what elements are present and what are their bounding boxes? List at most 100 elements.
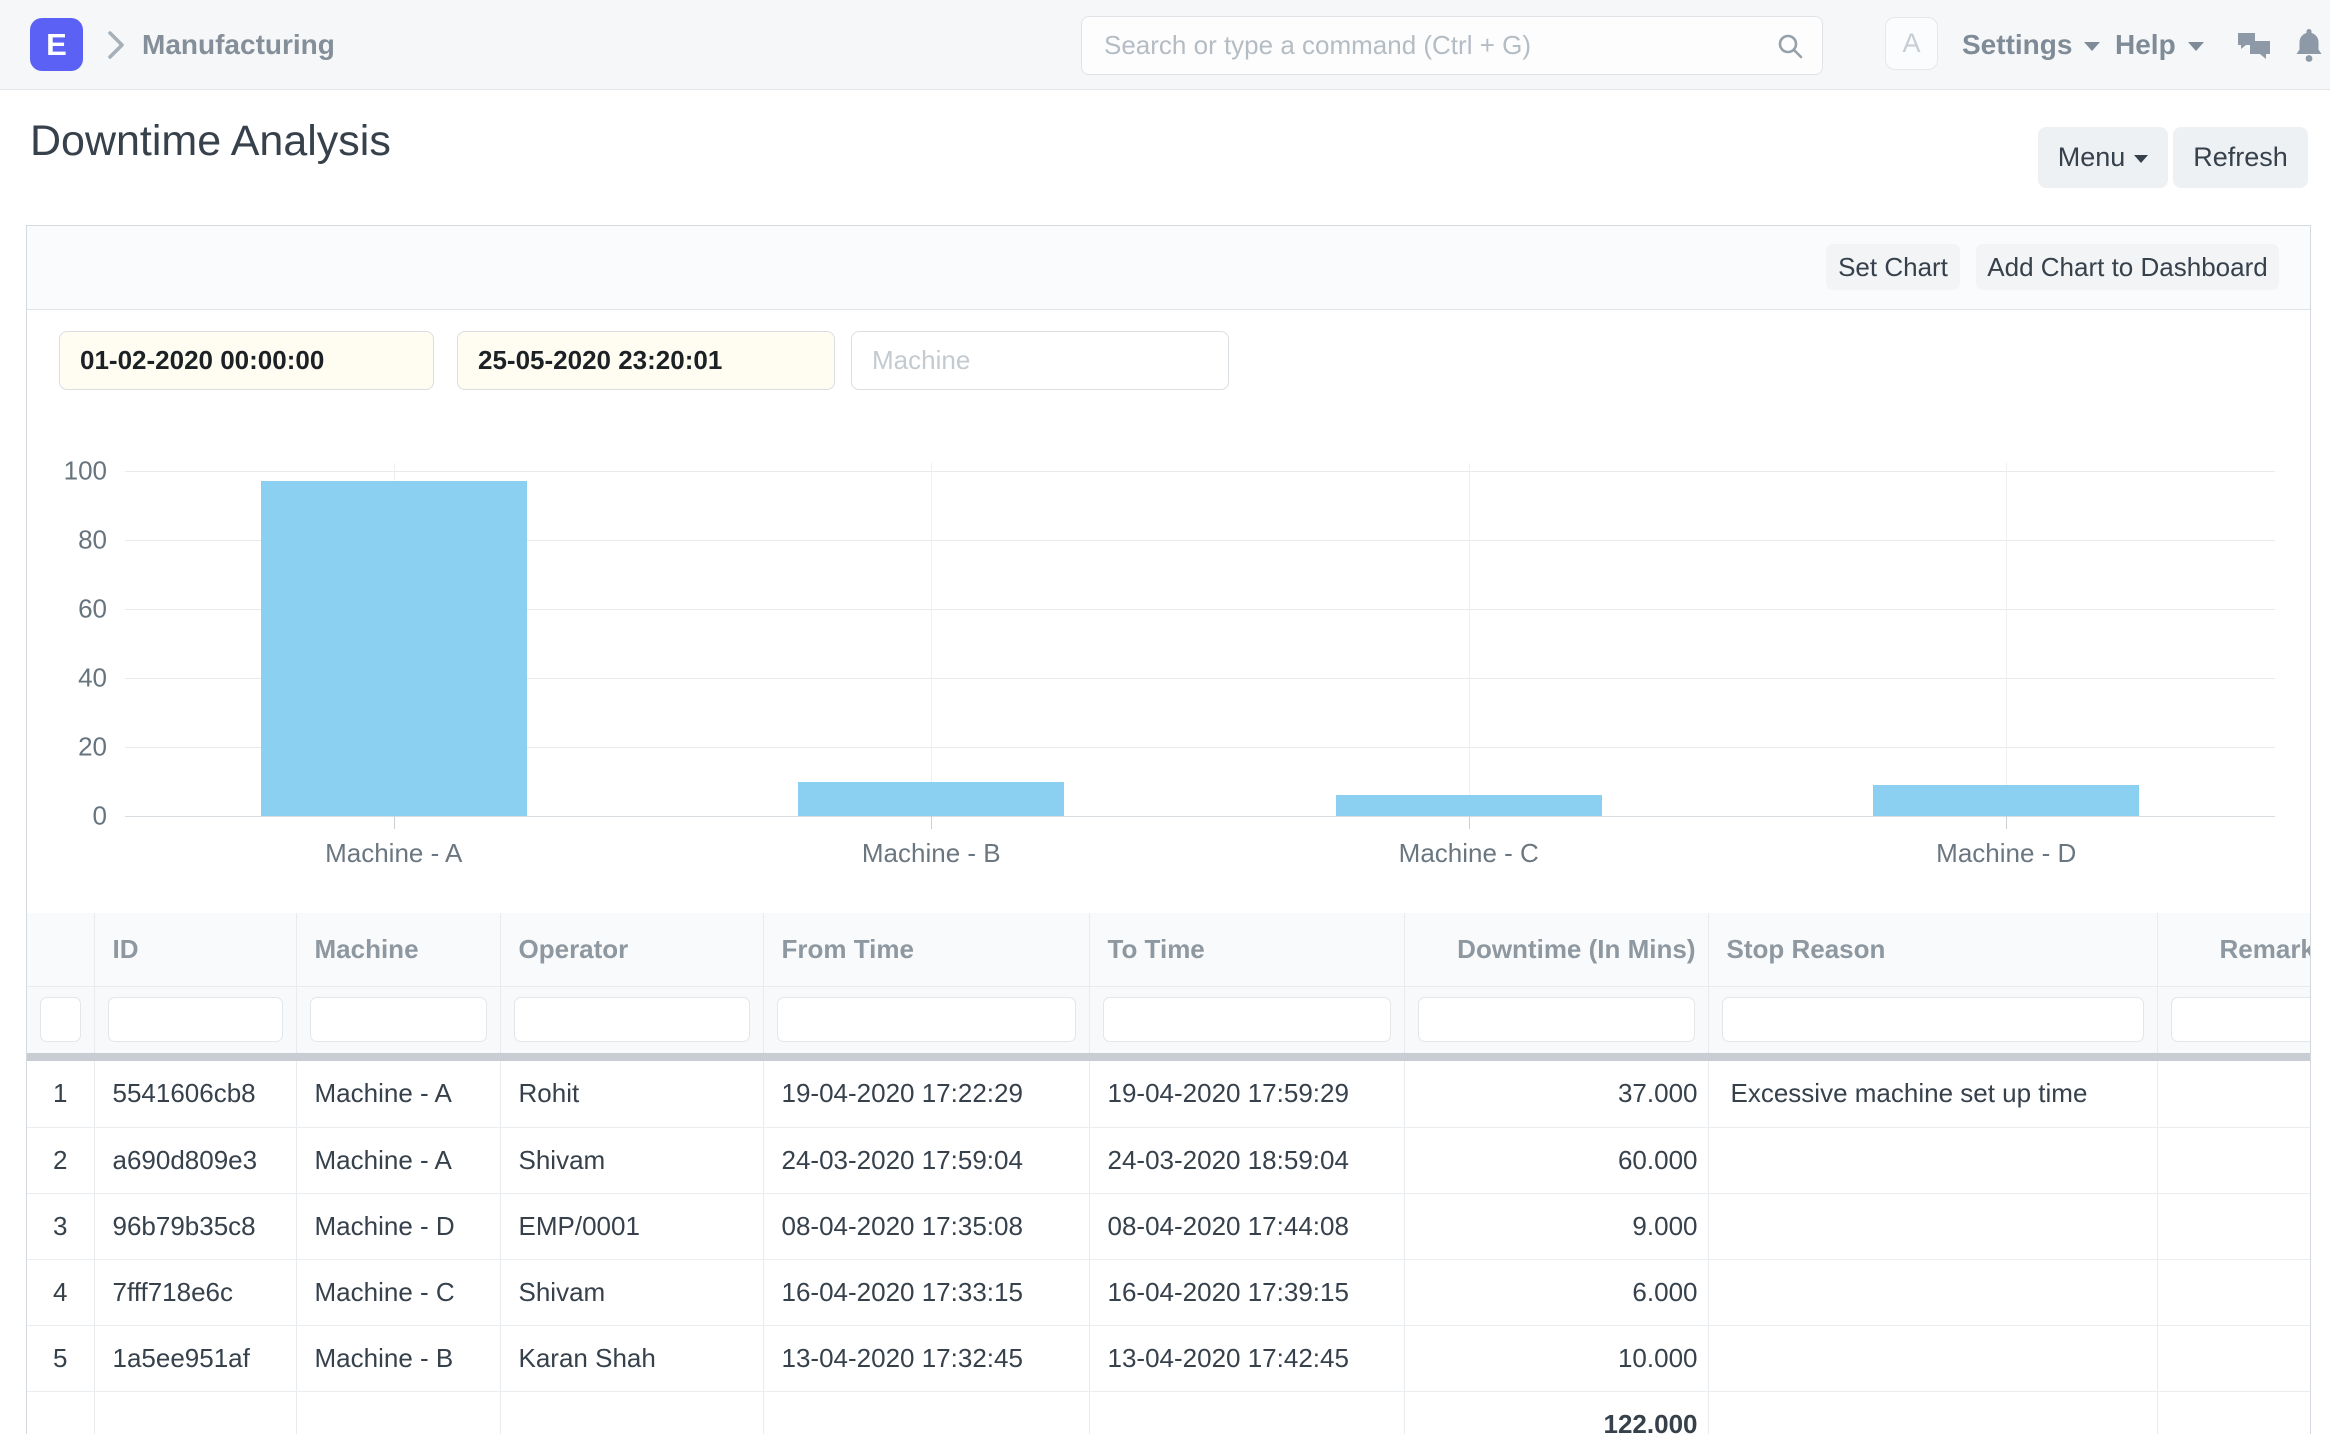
column-header-from_time[interactable]: From Time xyxy=(763,913,1089,986)
cell-stop_reason[interactable] xyxy=(1708,1127,2157,1193)
y-axis-tick-label: 0 xyxy=(27,801,107,832)
total-downtime: 122.000 xyxy=(1404,1391,1708,1434)
chat-icon[interactable] xyxy=(2234,25,2274,65)
cell-downtime[interactable]: 60.000 xyxy=(1404,1127,1708,1193)
page-head: Downtime Analysis Menu Refresh xyxy=(0,90,2330,225)
y-axis-tick-label: 80 xyxy=(27,525,107,556)
column-header-stop_reason[interactable]: Stop Reason xyxy=(1708,913,2157,986)
cell-operator[interactable]: Rohit xyxy=(500,1061,763,1127)
cell-stop_reason[interactable]: Excessive machine set up time xyxy=(1708,1061,2157,1127)
breadcrumb-chevron-icon xyxy=(104,28,128,62)
y-gridline xyxy=(125,471,2275,472)
cell-from_time[interactable]: 19-04-2020 17:22:29 xyxy=(763,1061,1089,1127)
cell-downtime[interactable]: 9.000 xyxy=(1404,1193,1708,1259)
column-header-to_time[interactable]: To Time xyxy=(1089,913,1404,986)
column-filter-input-idx[interactable] xyxy=(40,997,81,1042)
cell-to_time[interactable]: 13-04-2020 17:42:45 xyxy=(1089,1325,1404,1391)
x-axis-label: Machine - C xyxy=(1319,838,1619,869)
cell-remarks[interactable] xyxy=(2157,1193,2311,1259)
settings-label: Settings xyxy=(1962,29,2072,60)
cell-remarks[interactable] xyxy=(2157,1259,2311,1325)
cell-id[interactable]: a690d809e3 xyxy=(94,1127,296,1193)
global-search xyxy=(1081,16,1823,75)
cell-id[interactable]: 7fff718e6c xyxy=(94,1259,296,1325)
cell-idx[interactable]: 3 xyxy=(27,1193,94,1259)
cell-remarks[interactable] xyxy=(2157,1325,2311,1391)
cell-stop_reason[interactable] xyxy=(1708,1325,2157,1391)
search-input[interactable] xyxy=(1104,17,1754,74)
cell-remarks[interactable] xyxy=(2157,1061,2311,1127)
cell-operator[interactable]: Shivam xyxy=(500,1127,763,1193)
search-icon xyxy=(1776,32,1804,60)
cell-downtime[interactable]: 37.000 xyxy=(1404,1061,1708,1127)
cell-to_time[interactable]: 08-04-2020 17:44:08 xyxy=(1089,1193,1404,1259)
cell-machine[interactable]: Machine - C xyxy=(296,1259,500,1325)
cell-machine[interactable]: Machine - D xyxy=(296,1193,500,1259)
cell-to_time[interactable]: 16-04-2020 17:39:15 xyxy=(1089,1259,1404,1325)
cell-machine[interactable]: Machine - B xyxy=(296,1325,500,1391)
x-axis-label: Machine - B xyxy=(781,838,1081,869)
cell-remarks[interactable] xyxy=(2157,1127,2311,1193)
total-cell-to_time xyxy=(1089,1391,1404,1434)
column-filter-input-id[interactable] xyxy=(108,997,283,1042)
cell-operator[interactable]: Shivam xyxy=(500,1259,763,1325)
app-logo[interactable]: E xyxy=(30,18,83,71)
column-header-machine[interactable]: Machine xyxy=(296,913,500,986)
column-filter-input-machine[interactable] xyxy=(310,997,487,1042)
column-filter-input-operator[interactable] xyxy=(514,997,750,1042)
avatar[interactable]: A xyxy=(1885,17,1938,70)
bar-Machine-A[interactable] xyxy=(261,481,527,816)
cell-idx[interactable]: 5 xyxy=(27,1325,94,1391)
cell-operator[interactable]: EMP/0001 xyxy=(500,1193,763,1259)
help-menu[interactable]: Help xyxy=(2115,29,2204,61)
bar-Machine-B[interactable] xyxy=(798,782,1064,817)
total-cell-machine xyxy=(296,1391,500,1434)
column-filter-input-to_time[interactable] xyxy=(1103,997,1391,1042)
x-axis-label: Machine - A xyxy=(244,838,544,869)
cell-from_time[interactable]: 16-04-2020 17:33:15 xyxy=(763,1259,1089,1325)
cell-downtime[interactable]: 6.000 xyxy=(1404,1259,1708,1325)
settings-menu[interactable]: Settings xyxy=(1962,29,2100,61)
column-filter-input-remarks[interactable] xyxy=(2171,997,2312,1042)
menu-button[interactable]: Menu xyxy=(2038,127,2168,188)
column-header-operator[interactable]: Operator xyxy=(500,913,763,986)
chevron-down-icon xyxy=(2188,42,2204,51)
report-datatable: IDMachineOperatorFrom TimeTo TimeDowntim… xyxy=(27,913,2311,1434)
cell-idx[interactable]: 4 xyxy=(27,1259,94,1325)
column-filter-input-from_time[interactable] xyxy=(777,997,1076,1042)
cell-from_time[interactable]: 13-04-2020 17:32:45 xyxy=(763,1325,1089,1391)
column-header-remarks[interactable]: Remarks xyxy=(2157,913,2311,986)
cell-idx[interactable]: 1 xyxy=(27,1061,94,1127)
bar-Machine-C[interactable] xyxy=(1336,795,1602,816)
column-header-downtime[interactable]: Downtime (In Mins) xyxy=(1404,913,1708,986)
cell-id[interactable]: 96b79b35c8 xyxy=(94,1193,296,1259)
report-container: Set Chart Add Chart to Dashboard 0204060… xyxy=(26,225,2311,1434)
cell-id[interactable]: 5541606cb8 xyxy=(94,1061,296,1127)
cell-stop_reason[interactable] xyxy=(1708,1259,2157,1325)
table-row: 396b79b35c8Machine - DEMP/000108-04-2020… xyxy=(27,1193,2311,1259)
cell-id[interactable]: 1a5ee951af xyxy=(94,1325,296,1391)
total-row: 122.000 xyxy=(27,1391,2311,1434)
cell-from_time[interactable]: 08-04-2020 17:35:08 xyxy=(763,1193,1089,1259)
refresh-button[interactable]: Refresh xyxy=(2173,127,2308,188)
cell-machine[interactable]: Machine - A xyxy=(296,1061,500,1127)
total-cell-remarks xyxy=(2157,1391,2311,1434)
notifications-bell-icon[interactable] xyxy=(2290,25,2330,65)
cell-to_time[interactable]: 24-03-2020 18:59:04 xyxy=(1089,1127,1404,1193)
column-filter-input-stop_reason[interactable] xyxy=(1722,997,2144,1042)
cell-operator[interactable]: Karan Shah xyxy=(500,1325,763,1391)
x-axis-tick xyxy=(394,816,395,829)
total-cell-id xyxy=(94,1391,296,1434)
cell-from_time[interactable]: 24-03-2020 17:59:04 xyxy=(763,1127,1089,1193)
cell-stop_reason[interactable] xyxy=(1708,1193,2157,1259)
cell-machine[interactable]: Machine - A xyxy=(296,1127,500,1193)
x-axis-tick xyxy=(931,816,932,829)
cell-to_time[interactable]: 19-04-2020 17:59:29 xyxy=(1089,1061,1404,1127)
column-header-id[interactable]: ID xyxy=(94,913,296,986)
breadcrumb[interactable]: Manufacturing xyxy=(142,29,335,61)
cell-idx[interactable]: 2 xyxy=(27,1127,94,1193)
column-filter-input-downtime[interactable] xyxy=(1418,997,1695,1042)
total-cell-operator xyxy=(500,1391,763,1434)
cell-downtime[interactable]: 10.000 xyxy=(1404,1325,1708,1391)
bar-Machine-D[interactable] xyxy=(1873,785,2139,816)
